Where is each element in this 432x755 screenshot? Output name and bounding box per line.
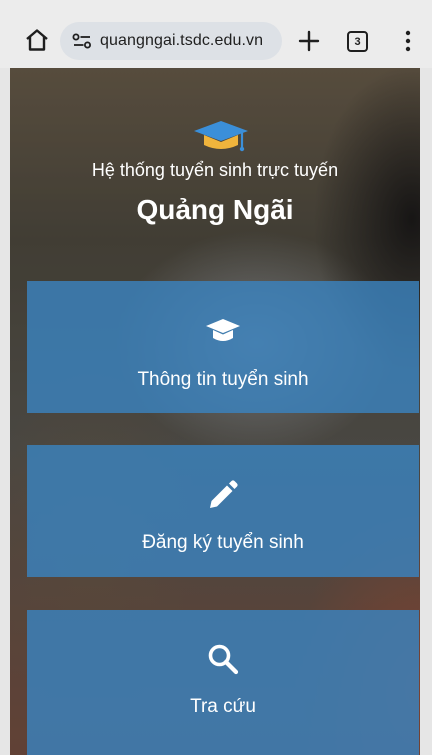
card-label: Tra cứu [190, 696, 256, 717]
tab-switcher-button[interactable]: 3 [347, 31, 368, 52]
graduation-cap-logo-icon [194, 121, 248, 152]
new-tab-icon[interactable] [298, 30, 320, 52]
page-title: Quảng Ngãi [136, 194, 294, 225]
graduation-cap-icon [206, 319, 240, 341]
card-label: Thông tin tuyển sinh [137, 369, 309, 390]
register-admission-button[interactable]: Đăng ký tuyển sinh [27, 445, 419, 577]
page-subtitle: Hệ thống tuyển sinh trực tuyến [91, 160, 339, 180]
address-bar[interactable]: quangngai.tsdc.edu.vn [60, 22, 282, 60]
tab-count: 3 [354, 35, 361, 48]
lookup-button[interactable]: Tra cứu [27, 610, 419, 755]
search-icon [208, 644, 239, 675]
card-icon-wrapper [27, 642, 419, 676]
site-settings-icon[interactable] [72, 33, 92, 49]
admission-info-button[interactable]: Thông tin tuyển sinh [27, 281, 419, 413]
card-icon-wrapper [27, 317, 419, 347]
page-viewport: Hệ thống tuyển sinh trực tuyến Quảng Ngã… [10, 68, 420, 755]
card-icon-wrapper [27, 478, 419, 512]
card-label: Đăng ký tuyển sinh [142, 532, 304, 553]
url-text[interactable]: quangngai.tsdc.edu.vn [100, 32, 263, 50]
home-icon[interactable] [24, 28, 50, 52]
more-options-icon[interactable] [402, 30, 414, 52]
browser-toolbar: quangngai.tsdc.edu.vn 3 [0, 0, 432, 68]
pencil-icon [210, 480, 238, 508]
